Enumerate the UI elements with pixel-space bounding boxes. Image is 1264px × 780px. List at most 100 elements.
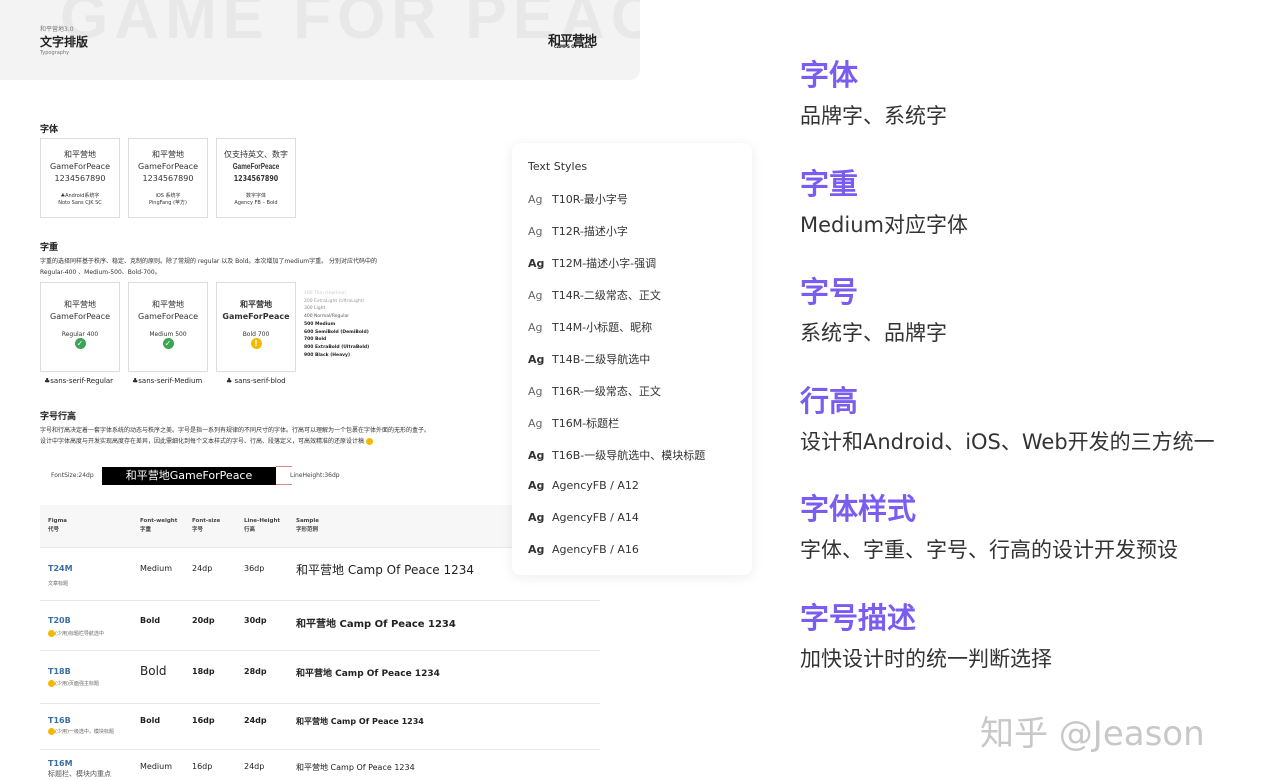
- weight-list: 100 Thin (Hairline) 200 ExtraLight (Ultr…: [304, 290, 369, 359]
- cell-weight: Medium: [140, 762, 172, 771]
- text-style-item[interactable]: Ag T14R-二级常态、正文: [528, 287, 661, 303]
- feature-desc: 品牌字、系统字: [800, 104, 947, 128]
- cell-lineheight: 36dp: [244, 564, 265, 573]
- weight-item: 500 Medium: [304, 321, 336, 327]
- text-style-label: T16R-一级常态、正文: [552, 385, 661, 398]
- style-code: T18B: [48, 667, 71, 676]
- text-style-label: T14B-二级导航选中: [552, 353, 651, 366]
- text-style-label: AgencyFB / A16: [552, 543, 639, 556]
- text-style-item[interactable]: Ag T12M-描述小字-强调: [528, 255, 656, 271]
- feature-block: 字体样式 字体、字重、字号、行高的设计开发预设: [800, 486, 1178, 564]
- text-style-item[interactable]: Ag T16M-标题栏: [528, 415, 619, 431]
- th: Figma 代号: [48, 518, 68, 533]
- zhihu-watermark: 知乎 @Jeason: [980, 714, 1205, 754]
- guide-line: [276, 484, 292, 485]
- feature-desc: Medium对应字体: [800, 212, 968, 237]
- ag-icon: Ag: [528, 417, 543, 430]
- cell-sample: 和平营地 Camp Of Peace 1234: [296, 669, 440, 679]
- desc-line: Regular-400 、Medium-500、Bold-700。: [40, 269, 161, 276]
- text-style-item[interactable]: Ag AgencyFB / A16: [528, 543, 639, 556]
- cell-weight: Bold: [140, 716, 161, 725]
- feature-title: 字号: [800, 275, 859, 309]
- ag-icon: Ag: [528, 479, 545, 492]
- font-card-agency: 仅支持英文、数字 GameForPeace 1234567890 数字字体 Agenc…: [216, 138, 296, 218]
- card-note: Noto Sans CJK SC: [58, 200, 102, 206]
- text-style-item[interactable]: Ag T10R-最小字号: [528, 191, 628, 207]
- text-styles-title: Text Styles: [528, 160, 588, 173]
- cell-sample: 和平营地 Camp Of Peace 1234: [296, 717, 424, 726]
- card-line: GameForPeace: [232, 162, 280, 171]
- weight-label: Regular 400: [61, 331, 99, 338]
- card-line: 1234567890: [233, 174, 279, 183]
- cell-sample: 和平营地 Camp Of Peace 1234: [296, 763, 415, 772]
- feature-title: 字重: [800, 166, 859, 201]
- text-style-item[interactable]: Ag T12R-描述小字: [528, 223, 628, 239]
- style-desc: (少用)一级选中，模块标题: [48, 728, 114, 735]
- table-row: T16B (少用)一级选中，模块标题 Bold 16dp 24dp 和平营地 Camp…: [40, 703, 600, 749]
- cell-size: 16dp: [192, 762, 213, 771]
- ag-icon: Ag: [528, 385, 543, 398]
- cell-lineheight: 24dp: [244, 716, 267, 725]
- card-line: GameForPeace: [50, 312, 110, 321]
- th: Sample 字形范例: [296, 518, 319, 533]
- weight-card-regular: 和平营地 GameForPeace Regular 400 ✓: [40, 282, 120, 372]
- card-line: GameForPeace: [138, 312, 198, 321]
- font-card-ios: 和平营地 GameForPeace 1234567890 iOS 系统字 PingFa…: [128, 138, 208, 218]
- cell-weight: Medium: [140, 564, 172, 573]
- ag-icon: Ag: [528, 353, 545, 366]
- desc-line: 字号和行高决定着一套字体系统的动态与秩序之美。字号是指一系列有规律的不同尺寸的字…: [40, 427, 431, 434]
- text-style-label: T14M-小标题、昵称: [552, 321, 653, 334]
- ag-icon: Ag: [528, 225, 543, 238]
- page-title: 文字排版: [40, 35, 89, 49]
- text-style-item[interactable]: Ag AgencyFB / A14: [528, 511, 639, 524]
- card-note: PingFang (苹方): [149, 200, 187, 206]
- cell-lineheight: 30dp: [244, 616, 267, 625]
- card-line: GameForPeace: [50, 162, 110, 171]
- cell-size: 24dp: [192, 564, 213, 573]
- size-heading: 字号行高: [40, 412, 77, 422]
- card-line: 仅支持英文、数字: [224, 150, 288, 159]
- weight-card-medium: 和平营地 GameForPeace Medium 500 ✓: [128, 282, 208, 372]
- text-style-item[interactable]: Ag T14B-二级导航选中: [528, 351, 650, 367]
- cell-size: 18dp: [192, 667, 215, 676]
- text-style-label: T12R-描述小字: [552, 225, 628, 238]
- text-style-item[interactable]: Ag T16R-一级常态、正文: [528, 383, 661, 399]
- card-note: 数字字体: [245, 193, 266, 199]
- foot-label: sans-serif-blod: [234, 377, 286, 385]
- foot-label: sans-serif-Medium: [138, 377, 203, 385]
- style-desc: (少用)页面强主标题: [48, 680, 99, 687]
- card-line: GameForPeace: [138, 162, 198, 171]
- text-style-item[interactable]: Ag T14M-小标题、昵称: [528, 319, 652, 335]
- weight-foot: ♣ sans-serif-blod: [226, 377, 286, 385]
- weight-label: Medium 500: [149, 331, 187, 338]
- desc-line: 字重的选择同样基于秩序、稳定、克制的原则。除了常规的 regular 以及 Bo…: [40, 258, 378, 265]
- text-style-item[interactable]: Ag T16B-一级导航选中、模块标题: [528, 447, 705, 463]
- ag-icon: Ag: [528, 289, 543, 302]
- text-style-label: T12M-描述小字-强调: [552, 257, 657, 270]
- logo-sub: CAMPS OF PEACE: [554, 44, 594, 49]
- fonts-heading: 字体: [40, 125, 59, 135]
- feature-block: 字号描述 加快设计时的统一判断选择: [800, 595, 1052, 673]
- font-card-android: 和平营地 GameForPeace 1234567890 ♣Android系统字 No…: [40, 138, 120, 218]
- feature-block: 字号 系统字、品牌字: [800, 269, 947, 347]
- card-note: Agency FB – Bold: [234, 200, 278, 206]
- card-line: 和平营地: [240, 300, 272, 309]
- cell-weight: Bold: [140, 664, 167, 678]
- weight-item: 600 SemiBold (DemiBold): [304, 329, 369, 335]
- weight-item: 100 Thin (Hairline): [304, 291, 347, 296]
- feature-title: 字号描述: [800, 600, 917, 635]
- feature-block: 行高 设计和Android、iOS、Web开发的三方统一: [800, 378, 1215, 456]
- weight-heading: 字重: [40, 243, 59, 253]
- text-style-label: T14R-二级常态、正文: [552, 289, 661, 302]
- version-label: 和平营地3.0: [40, 26, 74, 33]
- text-style-item[interactable]: Ag AgencyFB / A12: [528, 479, 639, 492]
- cell-weight: Bold: [140, 616, 161, 625]
- card-line: GameForPeace: [222, 312, 290, 321]
- emoji-icon: [48, 680, 55, 687]
- feature-title: 字体: [800, 58, 859, 92]
- cell-size: 16dp: [192, 716, 215, 725]
- emoji-icon: [48, 630, 55, 637]
- card-note: Android系统字: [65, 193, 100, 199]
- weight-item: 200 ExtraLight (UltraLight): [304, 298, 365, 304]
- feature-desc: 系统字、品牌字: [800, 321, 947, 345]
